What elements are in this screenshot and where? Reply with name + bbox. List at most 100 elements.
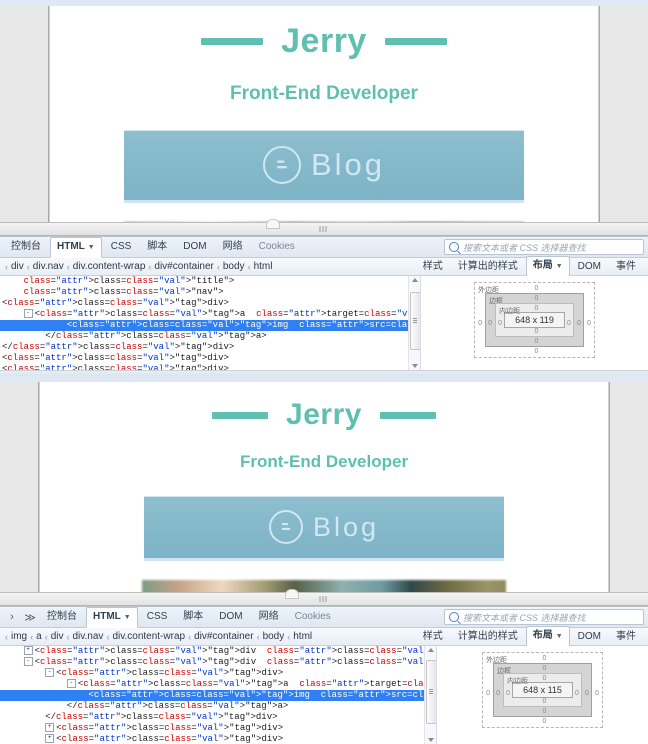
html-code-line[interactable]: <class="attr">class=class="val">"tag">di… <box>0 364 420 370</box>
html-code-line[interactable]: + <class="attr">class=class="val">"tag">d… <box>0 646 436 657</box>
margin-right-value[interactable]: 0 <box>595 690 599 697</box>
breadcrumb-item-img[interactable]: img <box>11 631 27 642</box>
border-top-value[interactable]: 0 <box>543 665 547 672</box>
panel-splitter-top[interactable] <box>0 219 648 236</box>
scrollbar-thumb[interactable] <box>426 660 436 724</box>
html-tree-pane-bottom[interactable]: + <class="attr">class=class="val">"tag">d… <box>0 646 437 744</box>
html-code-line[interactable]: <class="attr">class=class="val">"tag">im… <box>0 320 420 331</box>
tab-layout[interactable]: 布局 ▼ <box>525 626 570 647</box>
tab-styles[interactable]: 样式 <box>416 627 450 647</box>
html-code-line[interactable]: + <class="attr">class=class="val">"tag">d… <box>0 734 436 744</box>
blog-banner-link[interactable]: Blog <box>144 496 504 561</box>
chevron-down-icon[interactable]: ▼ <box>88 244 95 251</box>
margin-left-value[interactable]: 0 <box>486 690 490 697</box>
padding-left-value[interactable]: 0 <box>498 320 502 327</box>
tab-script[interactable]: 脚本 <box>176 607 210 627</box>
tree-twisty-icon[interactable]: - <box>23 657 33 667</box>
tree-twisty-icon[interactable]: - <box>23 309 33 319</box>
search-input[interactable]: 搜索文本或者 CSS 选择器查找 <box>444 239 644 255</box>
breadcrumb-item-content-wrap[interactable]: div.content-wrap <box>112 631 185 642</box>
html-code-line[interactable]: - <class="attr">class=class="val">"tag">d… <box>0 668 436 679</box>
splitter-knob[interactable] <box>285 589 300 599</box>
html-code-line[interactable]: - <class="attr">class=class="val">"tag">d… <box>0 657 436 668</box>
tab-events[interactable]: 事件 <box>609 627 643 647</box>
tab-dom[interactable]: DOM <box>176 237 213 257</box>
splitter-knob[interactable] <box>265 219 280 229</box>
breadcrumb-item-container[interactable]: div#container <box>194 631 253 642</box>
tab-network[interactable]: 网络 <box>216 237 250 257</box>
padding-top-value[interactable]: 0 <box>535 305 539 312</box>
tab-computed-styles[interactable]: 计算出的样式 <box>451 627 525 647</box>
breadcrumb-item-container[interactable]: div#container <box>154 261 213 272</box>
html-tree-pane-top[interactable]: class="attr">class=class="val">"title"> … <box>0 276 421 370</box>
tab-cookies[interactable]: Cookies <box>252 237 302 257</box>
margin-top-value[interactable]: 0 <box>543 655 547 662</box>
splitter-grip[interactable] <box>319 596 329 602</box>
breadcrumb-item-body[interactable]: body <box>263 631 285 642</box>
html-code-line[interactable]: class="attr">class=class="val">"nav"> <box>0 287 420 298</box>
tab-html[interactable]: HTML ▼ <box>86 606 138 628</box>
html-code-line[interactable]: - <class="attr">class=class="val">"tag">a… <box>0 679 436 690</box>
html-code-line[interactable]: <class="attr">class=class="val">"tag">di… <box>0 353 420 364</box>
breadcrumb-item-div-nav[interactable]: div.nav <box>33 261 64 272</box>
border-top-value[interactable]: 0 <box>535 295 539 302</box>
html-code-line[interactable]: - <class="attr">class=class="val">"tag">a… <box>0 309 420 320</box>
html-code-line[interactable]: class="attr">class=class="val">"title"> <box>0 276 420 287</box>
scroll-down-arrow-icon[interactable] <box>412 364 418 368</box>
tree-twisty-icon[interactable]: + <box>45 734 55 744</box>
margin-bottom-value[interactable]: 0 <box>543 718 547 725</box>
breadcrumb-item-html[interactable]: html <box>293 631 312 642</box>
border-right-value[interactable]: 0 <box>577 320 581 327</box>
chevron-down-icon[interactable]: ▼ <box>124 614 131 621</box>
tab-html[interactable]: HTML ▼ <box>50 236 102 258</box>
scroll-up-arrow-icon[interactable] <box>412 278 418 282</box>
scroll-down-arrow-icon[interactable] <box>428 738 434 742</box>
tree-twisty-icon[interactable]: - <box>45 668 55 678</box>
splitter-grip[interactable] <box>319 226 329 232</box>
tab-cookies[interactable]: Cookies <box>288 607 338 627</box>
margin-top-value[interactable]: 0 <box>535 285 539 292</box>
breadcrumb-item-html[interactable]: html <box>254 261 273 272</box>
tab-css[interactable]: CSS <box>104 237 139 257</box>
tab-computed-styles[interactable]: 计算出的样式 <box>451 257 525 277</box>
chevron-down-icon[interactable]: ▼ <box>556 633 563 640</box>
tab-dom-side[interactable]: DOM <box>571 627 608 647</box>
border-bottom-value[interactable]: 0 <box>543 708 547 715</box>
html-code-line[interactable]: <class="attr">class=class="val">"tag">im… <box>0 690 436 701</box>
scroll-up-arrow-icon[interactable] <box>428 648 434 652</box>
html-code-line[interactable]: </class="attr">class=class="val">"tag">a… <box>0 701 436 712</box>
margin-bottom-value[interactable]: 0 <box>535 348 539 355</box>
html-pane-scrollbar-top[interactable] <box>408 276 420 370</box>
html-code-line[interactable]: </class="attr">class=class="val">"tag">d… <box>0 342 420 353</box>
tree-twisty-icon[interactable]: + <box>45 723 55 733</box>
html-code-line[interactable]: </class="attr">class=class="val">"tag">a… <box>0 331 420 342</box>
tree-twisty-icon[interactable]: + <box>23 646 33 656</box>
scrollbar-thumb[interactable] <box>410 292 420 350</box>
border-left-value[interactable]: 0 <box>488 320 492 327</box>
html-code-line[interactable]: <class="attr">class=class="val">"tag">di… <box>0 298 420 309</box>
tree-twisty-icon[interactable]: - <box>66 679 76 689</box>
margin-left-value[interactable]: 0 <box>478 320 482 327</box>
tab-layout[interactable]: 布局 ▼ <box>525 256 570 277</box>
html-code-line[interactable]: + <class="attr">class=class="val">"tag">d… <box>0 723 436 734</box>
padding-bottom-value[interactable]: 0 <box>543 698 547 705</box>
chevron-right-icon[interactable]: › <box>4 609 20 625</box>
tab-dom-side[interactable]: DOM <box>571 257 608 277</box>
tab-script[interactable]: 脚本 <box>140 237 174 257</box>
tab-styles[interactable]: 样式 <box>416 257 450 277</box>
border-right-value[interactable]: 0 <box>585 690 589 697</box>
tab-events[interactable]: 事件 <box>609 257 643 277</box>
padding-right-value[interactable]: 0 <box>567 320 571 327</box>
border-bottom-value[interactable]: 0 <box>535 338 539 345</box>
tab-css[interactable]: CSS <box>140 607 175 627</box>
breadcrumb-item-body[interactable]: body <box>223 261 245 272</box>
html-code-line[interactable]: </class="attr">class=class="val">"tag">d… <box>0 712 436 723</box>
margin-right-value[interactable]: 0 <box>587 320 591 327</box>
padding-bottom-value[interactable]: 0 <box>535 328 539 335</box>
panel-splitter-bottom[interactable] <box>0 589 648 606</box>
border-left-value[interactable]: 0 <box>496 690 500 697</box>
tab-console[interactable]: 控制台 <box>40 607 84 627</box>
padding-left-value[interactable]: 0 <box>506 690 510 697</box>
padding-right-value[interactable]: 0 <box>575 690 579 697</box>
breadcrumb-item-content-wrap[interactable]: div.content-wrap <box>73 261 146 272</box>
